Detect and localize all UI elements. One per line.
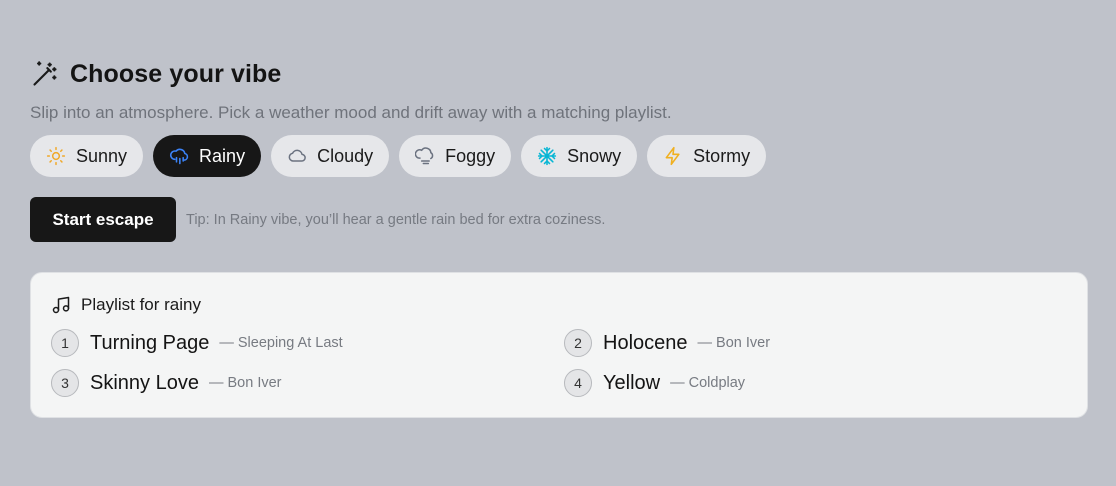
track-artist: — Sleeping At Last: [219, 335, 343, 351]
track-item[interactable]: 2 Holocene — Bon Iver: [564, 323, 1064, 363]
music-note-icon: [51, 295, 71, 315]
magic-wand-icon: [30, 59, 60, 89]
playlist-card: Playlist for rainy 1 Turning Page — Slee…: [30, 272, 1088, 418]
track-artist: — Bon Iver: [697, 335, 771, 351]
track-title: Yellow: [603, 371, 661, 394]
mood-chip-label: Snowy: [567, 145, 622, 166]
track-number: 2: [564, 329, 592, 357]
track-item[interactable]: 1 Turning Page — Sleeping At Last: [51, 323, 564, 363]
track-title: Turning Page: [90, 331, 210, 354]
mood-chip-label: Sunny: [76, 145, 128, 166]
playlist-heading: Playlist for rainy: [81, 295, 201, 314]
cloud-rain-icon: [169, 146, 189, 166]
track-item[interactable]: 4 Yellow — Coldplay: [564, 363, 1064, 403]
track-title: Holocene: [603, 331, 688, 354]
mood-chip-foggy[interactable]: Foggy: [399, 135, 512, 177]
mood-chip-label: Cloudy: [317, 145, 374, 166]
track-number: 1: [51, 329, 79, 357]
start-escape-button[interactable]: Start escape: [30, 197, 176, 242]
mood-chip-stormy[interactable]: Stormy: [647, 135, 767, 177]
track-title: Skinny Love: [90, 371, 199, 394]
mood-chip-group: Sunny Rainy Cloudy Foggy Snowy Stormy: [30, 135, 1088, 177]
vibe-panel: Choose your vibe Slip into an atmosphere…: [30, 58, 1088, 418]
track-number: 4: [564, 369, 592, 397]
cloud-icon: [287, 146, 307, 166]
track-list: 1 Turning Page — Sleeping At Last 2 Holo…: [51, 323, 1067, 403]
action-row: Start escape Tip: In Rainy vibe, you’ll …: [30, 197, 1088, 242]
mood-chip-cloudy[interactable]: Cloudy: [271, 135, 390, 177]
title-row: Choose your vibe: [30, 58, 1088, 90]
snowflake-icon: [537, 146, 557, 166]
track-artist: — Bon Iver: [208, 375, 282, 391]
mood-chip-label: Foggy: [445, 145, 496, 166]
tip-text: Tip: In Rainy vibe, you’ll hear a gentle…: [186, 211, 606, 228]
playlist-header: Playlist for rainy: [51, 293, 1067, 317]
mood-chip-snowy[interactable]: Snowy: [521, 135, 638, 177]
sun-icon: [46, 146, 66, 166]
track-item[interactable]: 3 Skinny Love — Bon Iver: [51, 363, 564, 403]
track-artist: — Coldplay: [670, 375, 746, 391]
mood-chip-label: Stormy: [693, 145, 751, 166]
mood-chip-label: Rainy: [199, 145, 246, 166]
cloud-fog-icon: [415, 146, 435, 166]
page-subtitle: Slip into an atmosphere. Pick a weather …: [30, 103, 672, 122]
track-number: 3: [51, 369, 79, 397]
mood-chip-rainy[interactable]: Rainy: [153, 135, 262, 177]
lightning-icon: [663, 146, 683, 166]
page-title: Choose your vibe: [70, 59, 282, 88]
mood-chip-sunny[interactable]: Sunny: [30, 135, 144, 177]
